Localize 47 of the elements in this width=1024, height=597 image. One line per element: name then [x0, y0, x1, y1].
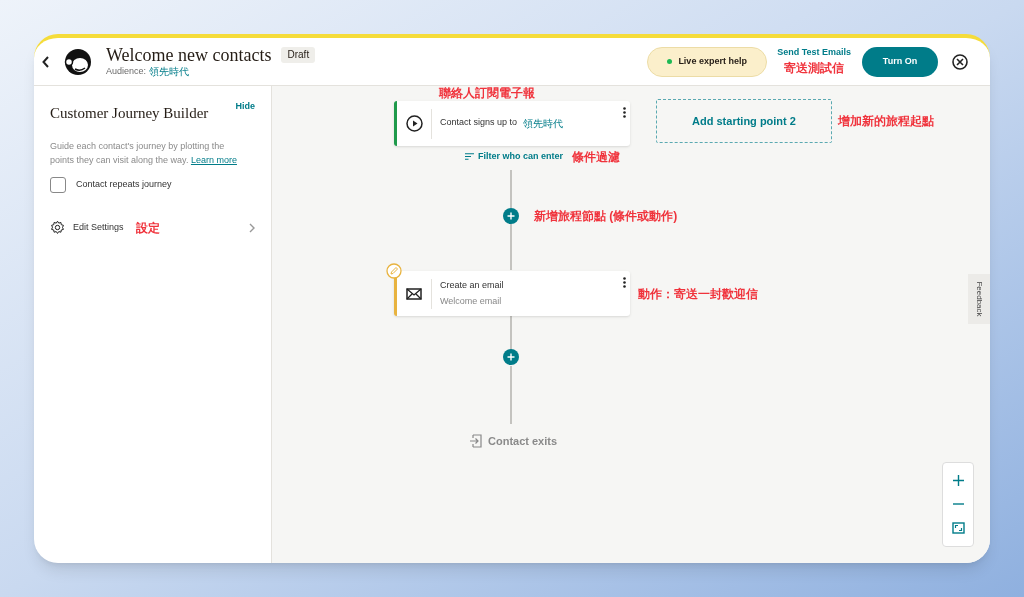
node-title: Create an email — [440, 278, 504, 292]
panel-title: Customer Journey Builder — [50, 104, 209, 123]
audience-link[interactable]: 領先時代 — [149, 67, 190, 77]
exit-icon — [469, 434, 482, 449]
add-step-icon[interactable] — [503, 208, 519, 224]
more-icon[interactable] — [623, 107, 626, 118]
annotation-text: 設定 — [135, 219, 160, 237]
fit-screen-icon[interactable] — [951, 521, 965, 534]
node-subtitle: Welcome email — [440, 295, 503, 308]
status-badge: Draft — [281, 47, 316, 63]
page-title: Welcome new contacts — [106, 46, 272, 64]
annotation-text: 動作：寄送一封歡迎信 — [638, 286, 758, 303]
learn-more-link[interactable]: Learn more — [190, 154, 237, 165]
settings-icon — [50, 220, 65, 235]
annotation-text: 增加新的旅程起點 — [838, 113, 934, 130]
exit-label: Contact exits — [488, 434, 558, 449]
annotation-text: 條件過濾 — [572, 149, 620, 166]
close-icon[interactable] — [952, 53, 968, 70]
settings-link[interactable]: Edit Settings — [73, 220, 124, 235]
more-icon[interactable] — [623, 277, 626, 288]
online-dot-icon — [667, 59, 673, 64]
chevron-right-icon[interactable] — [249, 222, 255, 233]
node-text: Contact signs up to — [440, 116, 518, 129]
journey-node[interactable]: Contact signs up to 領先時代 — [394, 101, 630, 146]
envelope-icon — [406, 287, 422, 300]
add-starting-point-button[interactable]: Add starting point 2 — [656, 99, 832, 143]
play-icon — [405, 115, 423, 132]
feedback-tab[interactable]: Feedback — [968, 274, 990, 324]
hide-link[interactable]: Hide — [235, 100, 255, 114]
live-help-button[interactable]: Live expert help — [647, 46, 768, 77]
send-test-link[interactable]: Send Test Emails — [777, 45, 851, 60]
filter-icon — [465, 153, 474, 161]
checkbox-label: Contact repeats journey — [76, 177, 172, 191]
audience-label: Audience: — [106, 67, 147, 77]
back-icon[interactable] — [42, 55, 50, 68]
add-step-icon[interactable] — [503, 349, 519, 365]
zoom-in-icon[interactable] — [952, 475, 964, 487]
annotation-text: 聯絡人訂閱電子報 — [439, 86, 535, 100]
journey-node[interactable]: Create an email Welcome email — [394, 271, 630, 316]
filter-link[interactable]: Filter who can enter — [465, 150, 564, 164]
annotation-text: 新增旅程節點 (條件或動作) — [534, 208, 678, 225]
annotation-text: 寄送測試信 — [784, 60, 845, 78]
description-text: Guide each contact's journey by plotting the points they can visit along the way. Learn more — [50, 139, 238, 167]
turn-on-button[interactable]: Turn On — [862, 46, 938, 77]
logo-icon — [64, 47, 92, 76]
audience-link[interactable]: 領先時代 — [523, 116, 564, 131]
checkbox[interactable] — [50, 176, 66, 193]
